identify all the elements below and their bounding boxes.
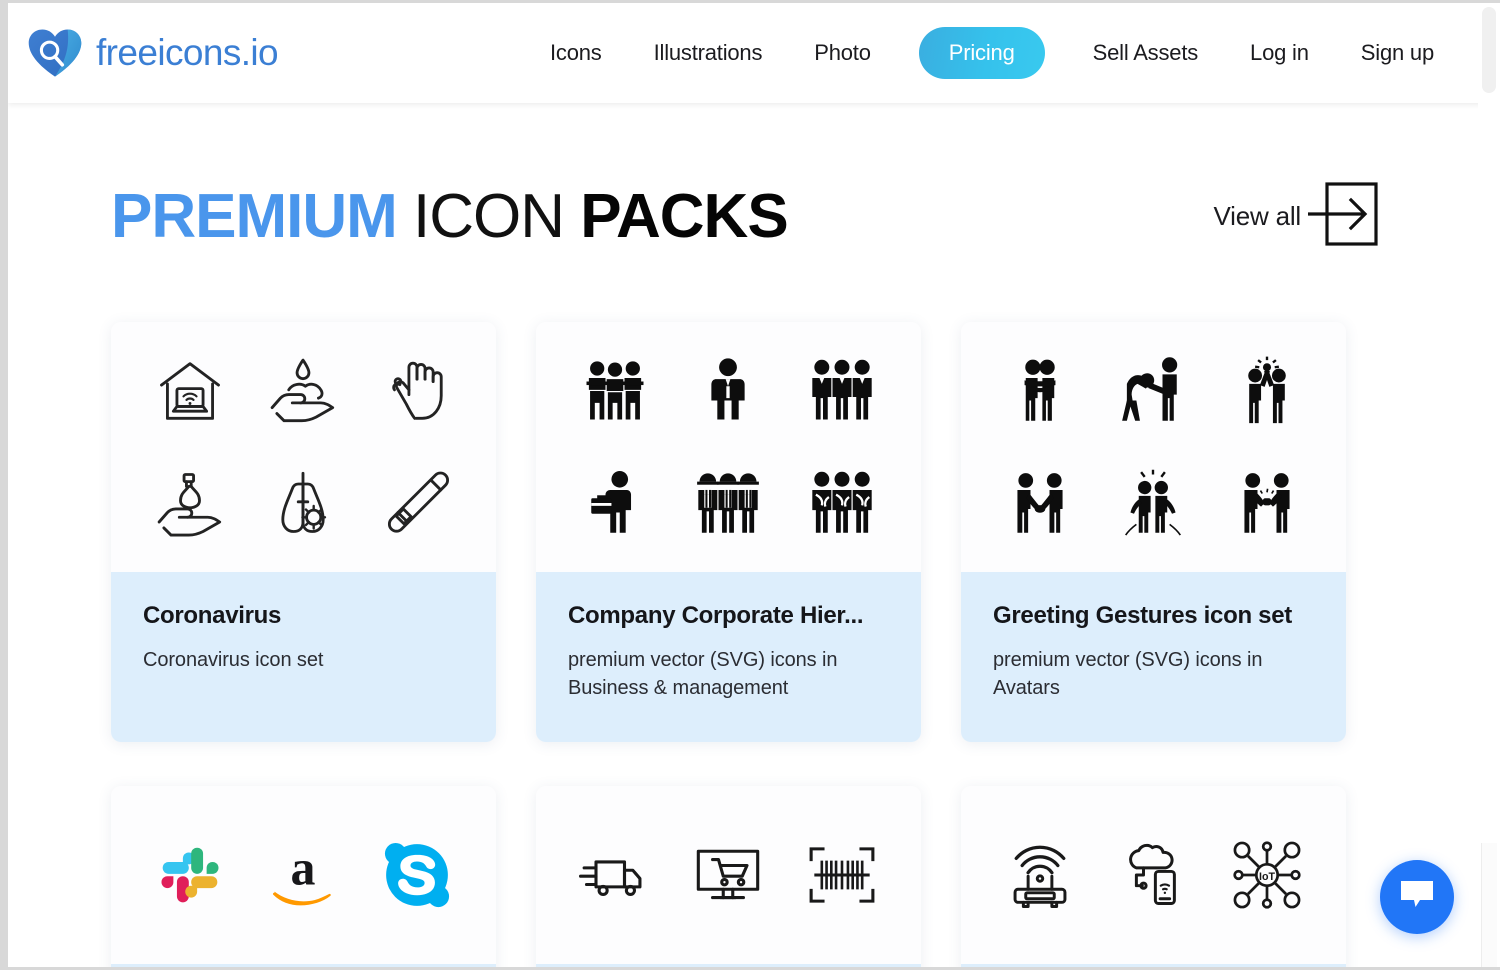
hand-sanitizer-drop-icon: [264, 350, 342, 432]
nav-item-log-in[interactable]: Log in: [1224, 40, 1335, 66]
nav-item-icons[interactable]: Icons: [524, 40, 628, 66]
card-icon-preview: [536, 322, 921, 572]
svg-text:a: a: [291, 841, 316, 896]
svg-text:IoT: IoT: [1259, 871, 1275, 883]
card-description: premium vector (SVG) icons in Avatars: [993, 649, 1263, 700]
nav-item-sign-up[interactable]: Sign up: [1335, 40, 1460, 66]
nav-item-illustrations[interactable]: Illustrations: [628, 40, 789, 66]
icon-pack-card[interactable]: a: [111, 786, 496, 967]
card-title: Company Corporate Hier...: [568, 602, 864, 629]
handshake-icon: [1001, 462, 1079, 544]
workers-hardhat-group-icon: [689, 462, 767, 544]
brand-name: freeicons.io: [96, 32, 279, 73]
group-of-men-suits-icon: [803, 350, 881, 432]
businessman-suit-icon: [689, 350, 767, 432]
card-description: premium vector (SVG) icons in Business &…: [568, 649, 838, 700]
card-description: Coronavirus icon set: [143, 649, 324, 671]
card-footer: Greeting Gestures icon set premium vecto…: [961, 572, 1346, 742]
hug-greeting-icon: [1001, 350, 1079, 432]
icon-pack-card[interactable]: IoT: [961, 786, 1346, 967]
nav-item-pricing[interactable]: Pricing: [918, 27, 1045, 79]
thermometer-icon: [378, 462, 456, 544]
icon-pack-card[interactable]: Company Corporate Hier... premium vector…: [536, 322, 921, 742]
online-shopping-monitor-icon: [689, 834, 767, 916]
cloud-smartphone-icon: [1114, 834, 1192, 916]
icon-pack-card[interactable]: [536, 786, 921, 967]
amazon-logo-icon: a: [264, 834, 342, 916]
high-five-icon: [1228, 350, 1306, 432]
browser-viewport: freeicons.io Icons Illustrations Photo P…: [0, 0, 1500, 970]
home-wifi-icon: [151, 350, 229, 432]
wifi-router-icon: [1001, 834, 1079, 916]
delivery-truck-icon: [576, 834, 654, 916]
arrow-right-box-icon: [1305, 181, 1379, 252]
scrollbar-lower-track[interactable]: [1481, 843, 1497, 967]
chat-bubble-icon: [1399, 879, 1435, 916]
card-footer: Coronavirus Coronavirus icon set: [111, 572, 496, 742]
view-all-label: View all: [1213, 201, 1301, 231]
card-title: Greeting Gestures icon set: [993, 602, 1292, 629]
page-body: PREMIUM ICON PACKS View all Coronavirus …: [8, 103, 1500, 967]
section-header: PREMIUM ICON PACKS View all: [109, 181, 1399, 252]
card-footer: [961, 964, 1346, 967]
content-container: PREMIUM ICON PACKS View all Coronavirus …: [109, 103, 1399, 967]
nav-item-photo[interactable]: Photo: [788, 40, 897, 66]
skype-logo-icon: [378, 834, 456, 916]
barcode-scan-icon: [803, 834, 881, 916]
card-footer: [111, 964, 496, 967]
card-icon-preview: IoT: [961, 786, 1346, 964]
card-icon-preview: [961, 322, 1346, 572]
hand-soap-bottle-icon: [151, 462, 229, 544]
fist-bump-icon: [1228, 462, 1306, 544]
nav-item-sell-assets[interactable]: Sell Assets: [1067, 40, 1224, 66]
card-icon-preview: [536, 786, 921, 964]
card-title: Coronavirus: [143, 602, 282, 629]
card-footer: [536, 964, 921, 967]
scrollbar-thumb[interactable]: [1482, 7, 1496, 93]
chest-bump-icon: [1114, 462, 1192, 544]
team-group-arms-icon: [803, 462, 881, 544]
business-team-briefcase-icon: [576, 350, 654, 432]
card-icon-preview: [111, 322, 496, 572]
card-icon-preview: a: [111, 786, 496, 964]
lungs-virus-icon: [264, 462, 342, 544]
stop-hand-glove-icon: [378, 350, 456, 432]
page-title-packs: PACKS: [580, 181, 788, 251]
icon-pack-card[interactable]: Greeting Gestures icon set premium vecto…: [961, 322, 1346, 742]
card-footer: Company Corporate Hier... premium vector…: [536, 572, 921, 742]
page-title: PREMIUM ICON PACKS: [111, 185, 789, 248]
man-with-briefcase-icon: [576, 462, 654, 544]
heart-search-logo-icon: [26, 24, 84, 82]
chat-widget-button[interactable]: [1380, 860, 1454, 934]
site-header: freeicons.io Icons Illustrations Photo P…: [8, 3, 1500, 103]
main-navigation: Icons Illustrations Photo Pricing Sell A…: [524, 27, 1460, 79]
bow-greeting-icon: [1114, 350, 1192, 432]
view-all-link[interactable]: View all: [1213, 181, 1379, 252]
icon-pack-card[interactable]: Coronavirus Coronavirus icon set: [111, 322, 496, 742]
brand-logo-link[interactable]: freeicons.io: [26, 24, 279, 82]
page-title-icon: ICON: [413, 181, 565, 251]
vertical-scrollbar[interactable]: [1478, 3, 1500, 967]
page-title-premium: PREMIUM: [111, 181, 398, 251]
icon-packs-grid: Coronavirus Coronavirus icon set Company…: [109, 322, 1399, 967]
iot-network-icon: IoT: [1228, 834, 1306, 916]
slack-logo-icon: [151, 834, 229, 916]
